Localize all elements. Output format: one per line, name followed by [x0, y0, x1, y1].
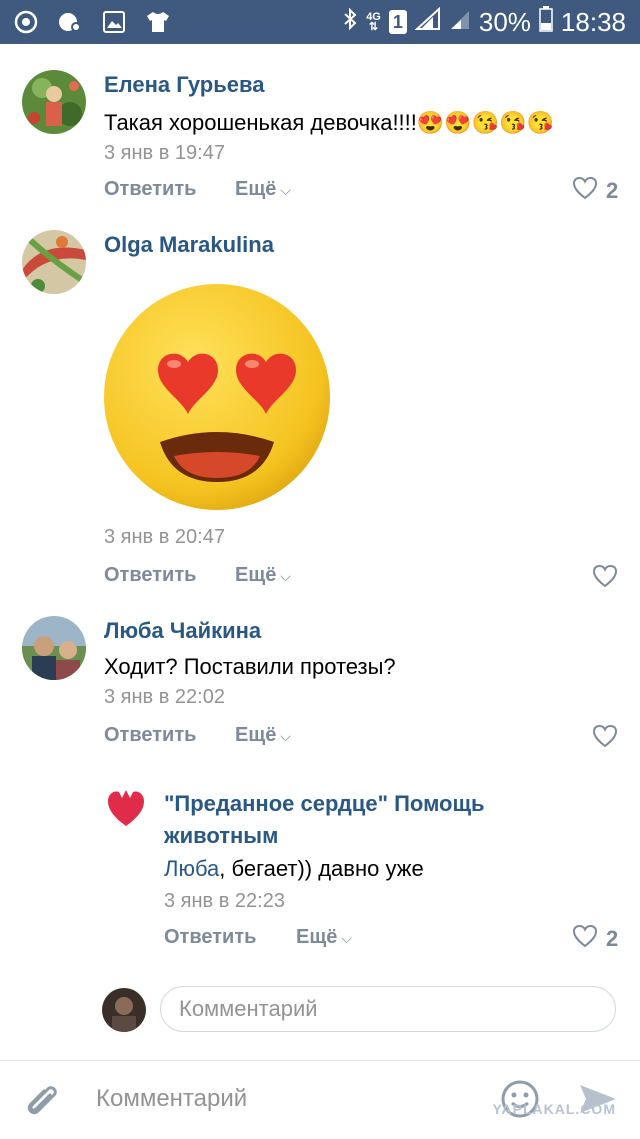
like-button[interactable]: [592, 724, 618, 754]
network-type: 4G ⇅: [366, 11, 381, 33]
comment-author[interactable]: Елена Гурьева: [104, 72, 264, 98]
like-button[interactable]: 2: [572, 176, 618, 206]
like-count: 2: [606, 926, 619, 951]
battery-percent: 30%: [478, 6, 531, 37]
comment-date: 3 янв в 22:02: [104, 686, 225, 708]
like-button[interactable]: [592, 564, 618, 594]
status-bar: 4G ⇅ 1 30% 18:38: [0, 0, 640, 44]
chevron-down-icon: ⌵: [337, 930, 352, 946]
chevron-down-icon: ⌵: [276, 568, 291, 584]
sync-icon: [12, 8, 40, 36]
sim-icon: 1: [388, 10, 407, 34]
reply-button[interactable]: Ответить: [164, 926, 256, 949]
chevron-down-icon: ⌵: [276, 728, 291, 744]
more-button[interactable]: Ещё ⌵: [235, 564, 291, 587]
signal-2-icon: [449, 7, 471, 38]
comment-text: Ходит? Поставили протезы?: [104, 654, 396, 679]
heart-eyes-sticker: [102, 282, 332, 512]
avatar[interactable]: [22, 70, 86, 134]
comment-text: Такая хорошенькая девочка!!!!😍😍😘😘😘: [104, 110, 554, 135]
settings-cloud-icon: [56, 8, 84, 36]
comment-date: 3 янв в 20:47: [104, 526, 225, 548]
emoji-row: 😍😍😘😘😘: [416, 110, 554, 135]
avatar[interactable]: [22, 616, 86, 680]
avatar[interactable]: [22, 230, 86, 294]
mention-link[interactable]: Люба: [164, 856, 219, 881]
like-count: 2: [606, 178, 619, 203]
chevron-down-icon: ⌵: [276, 182, 291, 198]
comment-input[interactable]: Комментарий: [96, 1085, 247, 1113]
signal-icon: [414, 6, 441, 38]
avatar[interactable]: [104, 786, 148, 830]
bottom-comment-bar: Комментарий YAPLAKAL.COM: [0, 1060, 640, 1139]
heart-icon: [572, 176, 598, 206]
more-button[interactable]: Ещё ⌵: [296, 926, 352, 949]
comment-author[interactable]: "Преданное сердце" Помощь животным: [164, 788, 485, 852]
current-user-avatar: [102, 988, 146, 1032]
heart-icon: [572, 924, 598, 954]
comment-author[interactable]: Olga Marakulina: [104, 232, 274, 258]
battery-icon: [539, 5, 553, 39]
tshirt-icon: [144, 8, 172, 36]
more-button[interactable]: Ещё ⌵: [235, 724, 291, 747]
like-button[interactable]: 2: [572, 924, 618, 954]
reply-button[interactable]: Ответить: [104, 564, 196, 587]
attach-icon[interactable]: [24, 1081, 60, 1126]
reply-button[interactable]: Ответить: [104, 178, 196, 201]
inline-comment-input[interactable]: Комментарий: [160, 986, 616, 1032]
bluetooth-icon: [342, 7, 358, 38]
comment-date: 3 янв в 22:23: [164, 890, 285, 912]
comment-date: 3 янв в 19:47: [104, 142, 225, 164]
reply-input-row: Комментарий: [0, 984, 640, 1036]
heart-icon: [592, 724, 618, 754]
clock: 18:38: [560, 6, 626, 37]
watermark: YAPLAKAL.COM: [492, 1101, 616, 1117]
comment-text: Люба, бегает)) давно уже: [164, 856, 424, 881]
reply-button[interactable]: Ответить: [104, 724, 196, 747]
comment-author[interactable]: Люба Чайкина: [104, 618, 261, 644]
heart-icon: [592, 564, 618, 594]
more-button[interactable]: Ещё ⌵: [235, 178, 291, 201]
gallery-icon: [100, 8, 128, 36]
